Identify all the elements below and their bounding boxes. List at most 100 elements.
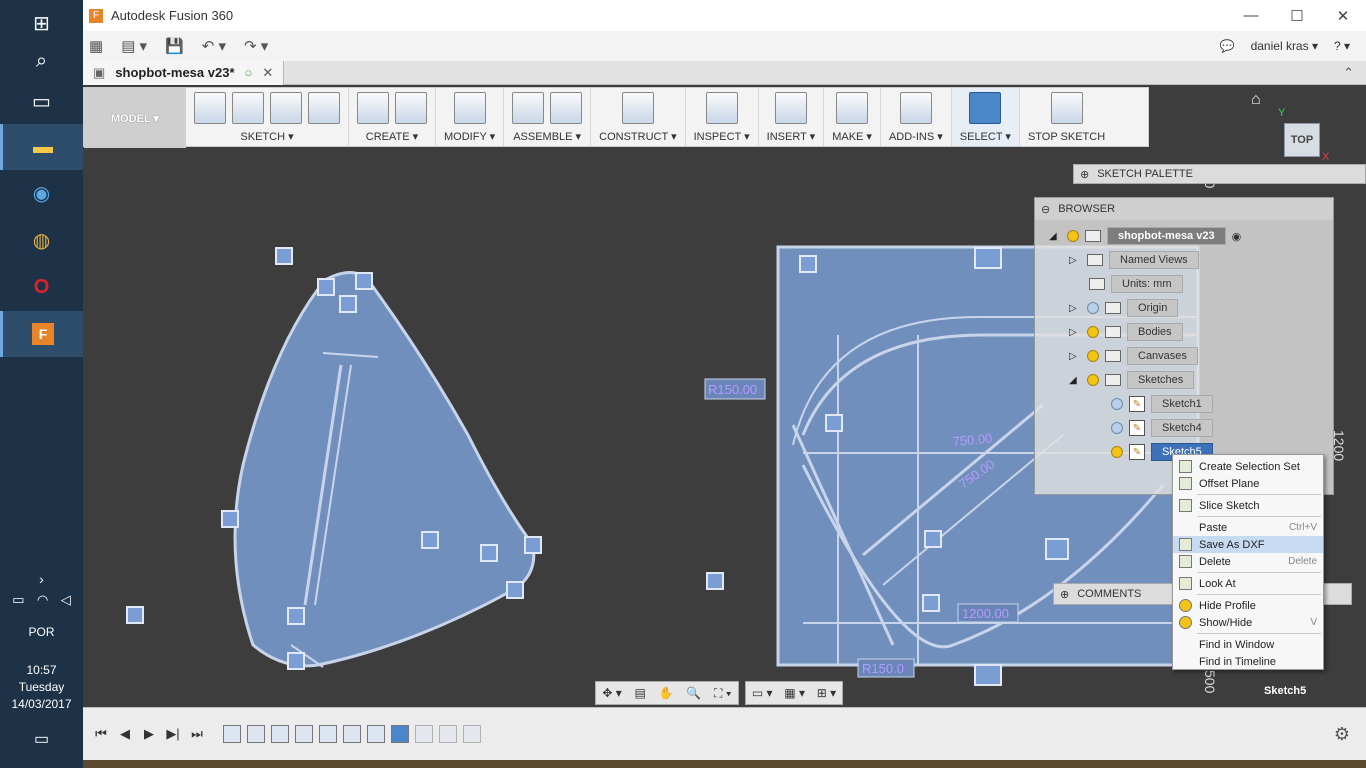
close-tab-icon[interactable]: ✕ (262, 65, 273, 81)
timeline-component-icon[interactable] (439, 725, 457, 743)
form-grid-icon[interactable] (395, 92, 427, 124)
menu-item-find-in-window[interactable]: Find in Window (1173, 636, 1323, 653)
spline-icon[interactable] (308, 92, 340, 124)
expand-triangle-icon[interactable]: ▷ (1069, 327, 1081, 338)
menu-item-look-at[interactable]: Look At (1173, 575, 1323, 592)
menu-item-slice-sketch[interactable]: Slice Sketch (1173, 497, 1323, 514)
sketch-point[interactable] (221, 510, 239, 528)
extrude-icon[interactable] (357, 92, 389, 124)
battery-icon[interactable]: ▭ (12, 592, 24, 608)
undo-icon[interactable]: ↶ ▾ (202, 37, 226, 55)
construct-menu-label[interactable]: CONSTRUCT ▾ (599, 130, 676, 143)
construct-group[interactable]: CONSTRUCT ▾ (591, 88, 686, 146)
visibility-bulb-icon[interactable] (1087, 374, 1099, 386)
expand-icon[interactable]: ⊕ (1080, 168, 1089, 181)
sketch-menu-label[interactable]: SKETCH ▾ (240, 130, 293, 143)
visibility-bulb-icon[interactable] (1111, 446, 1123, 458)
menu-item-paste[interactable]: Paste Ctrl+V (1173, 519, 1323, 536)
opera-icon[interactable]: O (0, 264, 83, 310)
close-button[interactable]: ✕ (1320, 7, 1366, 25)
timeline-last-button[interactable]: ⏭ (185, 726, 209, 742)
collapse-triangle-icon[interactable]: ◢ (1069, 375, 1081, 386)
expand-triangle-icon[interactable]: ▷ (1069, 303, 1081, 314)
view-cube[interactable]: Y X TOP (1276, 107, 1329, 163)
activate-radio-icon[interactable]: ◉ (1232, 230, 1242, 243)
browser-item-label[interactable]: Sketches (1127, 371, 1195, 389)
sketch-point[interactable] (706, 572, 724, 590)
select-group[interactable]: SELECT ▾ (951, 88, 1020, 146)
viewports-icon[interactable]: ⊞ ▾ (817, 686, 836, 700)
browser-item-bodies[interactable]: ▷ Bodies (1069, 322, 1183, 342)
visibility-bulb-icon[interactable] (1111, 398, 1123, 410)
assemble-menu-label[interactable]: ASSEMBLE ▾ (513, 130, 581, 143)
dimension-label[interactable]: 1200.00 (962, 606, 1009, 621)
sketch-palette-header[interactable]: ⊕ SKETCH PALETTE (1073, 164, 1366, 184)
timeline-plane-icon[interactable] (415, 725, 433, 743)
create-group[interactable]: CREATE ▾ (349, 88, 436, 146)
inspect-group[interactable]: INSPECT ▾ (686, 88, 759, 146)
browser-item-label[interactable]: Sketch4 (1151, 419, 1213, 437)
volume-icon[interactable]: ◁ (61, 592, 71, 608)
timeline-prev-button[interactable]: ◀ (113, 726, 137, 742)
task-view-icon[interactable]: ▭ (0, 78, 83, 124)
collapse-ribbon-icon[interactable]: ⌃ (1343, 65, 1354, 81)
browser-item-sketch1[interactable]: ✎ Sketch1 (1111, 394, 1213, 414)
menu-item-show-hide[interactable]: Show/Hide V (1173, 614, 1323, 631)
help-icon[interactable]: ? ▾ (1334, 39, 1350, 53)
timeline-canvas-icon[interactable] (223, 725, 241, 743)
assemble-group[interactable]: ASSEMBLE ▾ (504, 88, 592, 146)
expand-triangle-icon[interactable]: ▷ (1069, 255, 1081, 266)
display-settings-icon[interactable]: ▭ ▾ (752, 686, 773, 700)
browser-item-label[interactable]: Bodies (1127, 323, 1183, 341)
collapse-icon[interactable]: ⊖ (1041, 203, 1050, 216)
sketch-group[interactable]: SKETCH ▾ (186, 88, 349, 146)
sketch-point[interactable] (339, 295, 357, 313)
expand-icon[interactable]: ⊕ (1060, 588, 1069, 601)
modify-menu-label[interactable]: MODIFY ▾ (444, 130, 495, 143)
add-ins-menu-label[interactable]: ADD-INS ▾ (889, 130, 943, 143)
browser-item-named-views[interactable]: ▷ Named Views (1069, 250, 1199, 270)
browser-item-label[interactable]: Origin (1127, 299, 1179, 317)
file-menu-icon[interactable]: ▤ ▾ (121, 37, 147, 55)
dimension-label[interactable]: R150.0 (862, 661, 904, 676)
joint-icon[interactable] (550, 92, 583, 124)
sketch-profile-left[interactable] (233, 271, 536, 668)
line-icon[interactable] (232, 92, 264, 124)
clock-date[interactable]: 14/03/2017 (0, 697, 83, 711)
wifi-icon[interactable]: ◠ (37, 592, 48, 608)
menu-item-create-selection-set[interactable]: Create Selection Set (1173, 458, 1323, 475)
expand-triangle-icon[interactable]: ▷ (1069, 351, 1081, 362)
dimension-label[interactable]: R150.00 (708, 382, 757, 397)
sketch-point[interactable] (799, 255, 817, 273)
sketch-point[interactable] (287, 652, 305, 670)
sketch-point[interactable] (317, 278, 335, 296)
sketch-point[interactable] (825, 414, 843, 432)
browser-item-label[interactable]: Units: mm (1111, 275, 1183, 293)
browser-item-label[interactable]: Named Views (1109, 251, 1199, 269)
timeline-joint-icon[interactable] (295, 725, 313, 743)
sketch-point[interactable] (275, 247, 293, 265)
chrome-icon[interactable]: ◍ (0, 217, 83, 263)
timeline-play-button[interactable]: ▶ (137, 726, 161, 742)
sketch-point[interactable] (421, 531, 439, 549)
language-indicator[interactable]: POR (0, 625, 83, 639)
browser-header[interactable]: ⊖ BROWSER (1035, 198, 1333, 220)
timeline-first-button[interactable]: ⏮ (89, 726, 113, 742)
browser-item-sketch4[interactable]: ✎ Sketch4 (1111, 418, 1213, 438)
stop-sketch-label[interactable]: STOP SKETCH (1028, 131, 1105, 143)
orbit-icon[interactable]: ✥ ▾ (602, 686, 621, 700)
job-status-chat-icon[interactable]: 💬 (1220, 39, 1235, 53)
maximize-button[interactable]: ☐ (1274, 7, 1320, 25)
browser-item-units[interactable]: Units: mm (1089, 274, 1183, 294)
timeline-component-icon[interactable] (343, 725, 361, 743)
minimize-button[interactable]: — (1228, 7, 1274, 24)
timeline-next-button[interactable]: ▶| (161, 726, 185, 742)
sketch-point[interactable] (355, 272, 373, 290)
document-tab[interactable]: ▣ shopbot-mesa v23* ○ ✕ (83, 60, 285, 85)
make-menu-label[interactable]: MAKE ▾ (832, 130, 872, 143)
select-icon[interactable] (969, 92, 1002, 124)
sketch-point[interactable] (287, 607, 305, 625)
sketch-point[interactable] (924, 530, 942, 548)
browser-item-origin[interactable]: ▷ Origin (1069, 298, 1179, 318)
clock-day[interactable]: Tuesday (0, 680, 83, 694)
